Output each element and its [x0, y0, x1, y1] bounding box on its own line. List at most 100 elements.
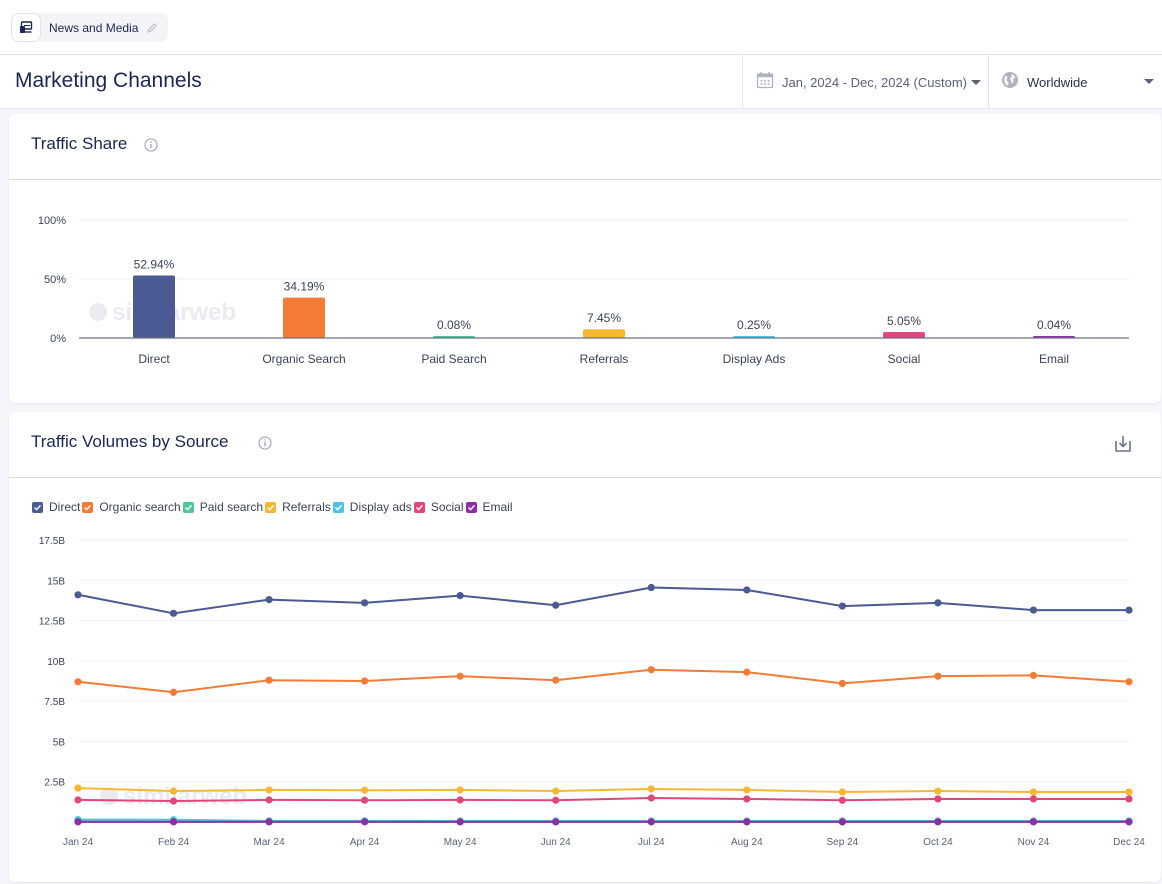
- x-tick-label: Dec 24: [1113, 837, 1145, 848]
- data-point-organic: [838, 679, 846, 688]
- data-point-referrals: [1029, 788, 1038, 796]
- data-point-direct: [838, 602, 846, 610]
- data-point-social: [1125, 795, 1133, 803]
- date-range-picker[interactable]: Jan, 2024 - Dec, 2024 (Custom): [742, 55, 988, 109]
- data-point-referrals: [934, 787, 942, 795]
- info-icon[interactable]: [144, 138, 158, 152]
- data-point-organic: [1029, 671, 1038, 679]
- checkbox-icon[interactable]: [265, 501, 277, 513]
- traffic-volumes-card: Traffic Volumes by Source Direct Organic …: [9, 412, 1161, 882]
- data-point-email: [934, 818, 942, 826]
- data-point-organic: [456, 672, 464, 680]
- data-point-social: [169, 797, 178, 805]
- data-point-email: [1029, 818, 1038, 826]
- category-label: News and Media: [49, 20, 139, 35]
- data-point-social: [74, 796, 82, 804]
- watermark-text: similarweb: [123, 783, 247, 810]
- data-point-social: [1029, 795, 1038, 803]
- category-chip[interactable]: News and Media: [11, 13, 169, 42]
- data-point-direct: [74, 591, 82, 599]
- traffic-share-title: Traffic Share: [31, 134, 128, 153]
- traffic-share-header: Traffic Share: [9, 114, 1161, 180]
- data-point-referrals: [552, 787, 560, 795]
- bar-organic-search: [283, 297, 325, 338]
- bar-data-label: 0.04%: [1037, 318, 1071, 332]
- data-point-organic: [1125, 678, 1133, 686]
- y-tick-label: 50%: [44, 274, 66, 286]
- data-point-organic: [552, 676, 560, 684]
- bar-social: [883, 332, 925, 338]
- data-point-direct: [265, 596, 273, 604]
- x-tick-label: Jan 24: [63, 837, 93, 848]
- traffic-volumes-header: Traffic Volumes by Source: [9, 412, 1161, 478]
- bar-data-label: 0.25%: [737, 318, 771, 332]
- data-point-referrals: [169, 787, 178, 795]
- traffic-volumes-chart: 2.5B 5B 7.5B 10B 12.5B 15B 17.5B similarweb Ja…: [39, 536, 1145, 848]
- y-tick-label: 0%: [50, 333, 66, 345]
- x-tick-label: Jul 24: [638, 837, 665, 848]
- x-tick-label: Oct 24: [923, 837, 953, 848]
- bar-data-label: 0.08%: [437, 318, 471, 332]
- bar-data-label: 5.05%: [887, 314, 921, 328]
- y-tick-label: 100%: [38, 215, 66, 227]
- x-tick-label: Sep 24: [827, 837, 859, 848]
- traffic-volumes-title: Traffic Volumes by Source: [31, 432, 229, 451]
- pencil-icon[interactable]: [146, 22, 158, 34]
- checkbox-icon[interactable]: [332, 501, 344, 513]
- data-point-referrals: [1125, 788, 1133, 796]
- x-tick-label: Paid Search: [421, 352, 486, 366]
- country-picker[interactable]: Worldwide: [988, 55, 1162, 109]
- download-icon[interactable]: [1113, 434, 1133, 454]
- data-point-organic: [361, 677, 369, 685]
- bar-direct: [133, 275, 175, 338]
- data-point-direct: [456, 591, 464, 600]
- data-point-organic: [265, 676, 273, 684]
- data-point-social: [647, 794, 655, 802]
- x-tick-label: May 24: [444, 837, 477, 848]
- data-point-referrals: [456, 786, 464, 794]
- checkbox-icon[interactable]: [32, 501, 43, 513]
- data-point-direct: [169, 609, 178, 617]
- data-point-email: [74, 818, 82, 826]
- data-point-organic: [743, 668, 751, 676]
- data-point-direct: [1029, 606, 1038, 614]
- data-point-referrals: [265, 786, 273, 794]
- data-point-email: [456, 818, 464, 826]
- data-point-referrals: [838, 788, 846, 796]
- top-bar: News and Media: [0, 0, 1162, 55]
- bar-referrals: [583, 329, 625, 338]
- data-point-email: [169, 818, 178, 826]
- data-point-organic: [934, 672, 942, 680]
- data-point-email: [838, 818, 846, 826]
- x-tick-label: Aug 24: [731, 837, 763, 848]
- checkbox-icon[interactable]: [413, 501, 425, 513]
- y-tick-label: 5B: [53, 737, 66, 748]
- data-point-social: [743, 795, 751, 803]
- data-point-social: [361, 796, 369, 804]
- devices-icon: [11, 13, 41, 42]
- data-point-social: [552, 796, 560, 804]
- data-point-referrals: [743, 786, 751, 794]
- x-tick-label: Email: [1039, 352, 1069, 366]
- data-point-referrals: [74, 784, 82, 792]
- traffic-share-card: Traffic Share 0%50%100% similarweb 52.94…: [9, 114, 1161, 403]
- data-point-email: [265, 818, 273, 826]
- bar-data-label: 52.94%: [134, 258, 175, 272]
- checkbox-icon[interactable]: [465, 501, 477, 513]
- y-tick-label: 17.5B: [39, 536, 65, 547]
- chevron-down-icon: [1144, 79, 1154, 84]
- data-point-referrals: [361, 786, 369, 794]
- x-tick-label: Social: [888, 352, 921, 366]
- data-point-email: [743, 818, 751, 826]
- date-range-value: Jan, 2024 - Dec, 2024 (Custom): [782, 74, 967, 90]
- data-point-email: [361, 818, 369, 826]
- checkbox-icon[interactable]: [182, 501, 194, 513]
- checkbox-icon[interactable]: [82, 501, 94, 513]
- y-tick-label: 15B: [47, 576, 65, 587]
- data-point-referrals: [647, 785, 655, 793]
- y-tick-label: 2.5B: [44, 778, 65, 789]
- info-icon[interactable]: [258, 436, 272, 450]
- watermark: similarweb: [100, 783, 247, 810]
- page-header: Marketing Channels Jan, 2024 - Dec, 2024…: [0, 55, 1162, 109]
- data-point-organic: [647, 666, 655, 674]
